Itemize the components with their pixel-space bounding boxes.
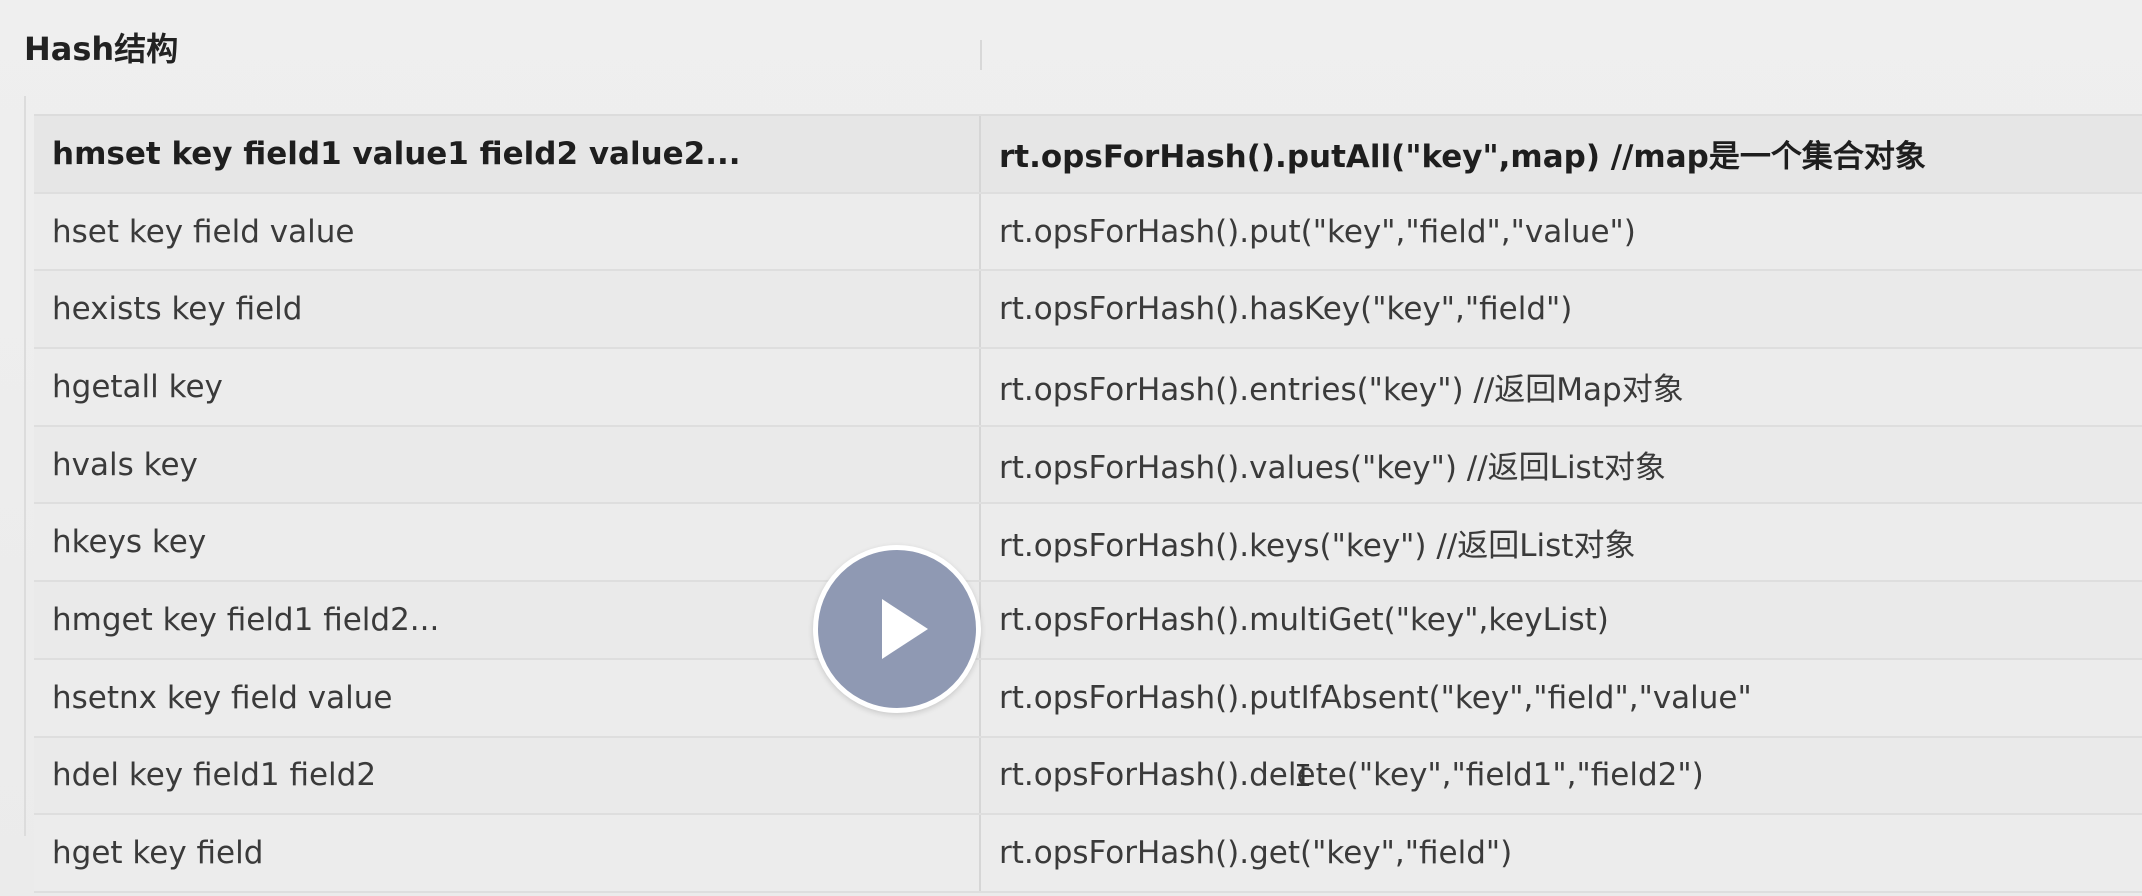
- table-row: hdel key field1 field2 rt.opsForHash().d…: [34, 736, 2142, 816]
- table-row: hgetall key rt.opsForHash().entries("key…: [34, 348, 2142, 427]
- java-cell: rt.opsForHash().multiGet("key",keyList): [979, 581, 2142, 660]
- section-title: Hash结构: [24, 30, 179, 68]
- java-cell: rt.opsForHash().get("key","field"): [979, 814, 2142, 893]
- table-row: hsetnx key field value rt.opsForHash().p…: [34, 658, 2142, 738]
- command-cell: hdel key field1 field2: [34, 736, 980, 816]
- table-row: hexists key field rt.opsForHash().hasKey…: [34, 270, 2142, 350]
- table-row: hset key field value rt.opsForHash().put…: [34, 192, 2142, 272]
- command-cell: hset key field value: [34, 192, 980, 272]
- header-java: rt.opsForHash().putAll("key",map) //map是…: [979, 114, 2142, 194]
- java-cell: rt.opsForHash().putIfAbsent("key","field…: [979, 658, 2142, 738]
- header-command: hmset key field1 value1 field2 value2...: [34, 114, 980, 194]
- java-cell: rt.opsForHash().entries("key") //返回Map对象: [979, 348, 2142, 427]
- table-row: hget key field rt.opsForHash().get("key"…: [34, 814, 2142, 893]
- hash-command-table: hmset key field1 value1 field2 value2...…: [34, 114, 2142, 893]
- java-cell: rt.opsForHash().hasKey("key","field"): [979, 270, 2142, 350]
- command-cell: hget key field: [34, 814, 980, 893]
- java-cell: rt.opsForHash().keys("key") //返回List对象: [979, 503, 2142, 583]
- title-divider: [980, 40, 982, 70]
- table-row: hmget key field1 field2... rt.opsForHash…: [34, 581, 2142, 660]
- play-icon: [882, 599, 928, 659]
- text-cursor-icon: I: [1294, 759, 1313, 794]
- table-header-row: hmset key field1 value1 field2 value2...…: [34, 114, 2142, 194]
- play-button[interactable]: [813, 545, 981, 713]
- java-cell: rt.opsForHash().put("key","field","value…: [979, 192, 2142, 272]
- table-row: hvals key rt.opsForHash().values("key") …: [34, 425, 2142, 505]
- left-divider: [24, 96, 26, 836]
- command-cell: hvals key: [34, 425, 980, 505]
- java-cell: rt.opsForHash().delete("key","field1","f…: [979, 736, 2142, 816]
- table-row: hkeys key rt.opsForHash().keys("key") //…: [34, 503, 2142, 583]
- command-cell: hgetall key: [34, 348, 980, 427]
- command-cell: hexists key field: [34, 270, 980, 350]
- java-cell: rt.opsForHash().values("key") //返回List对象: [979, 425, 2142, 505]
- video-frame: Hash结构 hmset key field1 value1 field2 va…: [0, 0, 2142, 896]
